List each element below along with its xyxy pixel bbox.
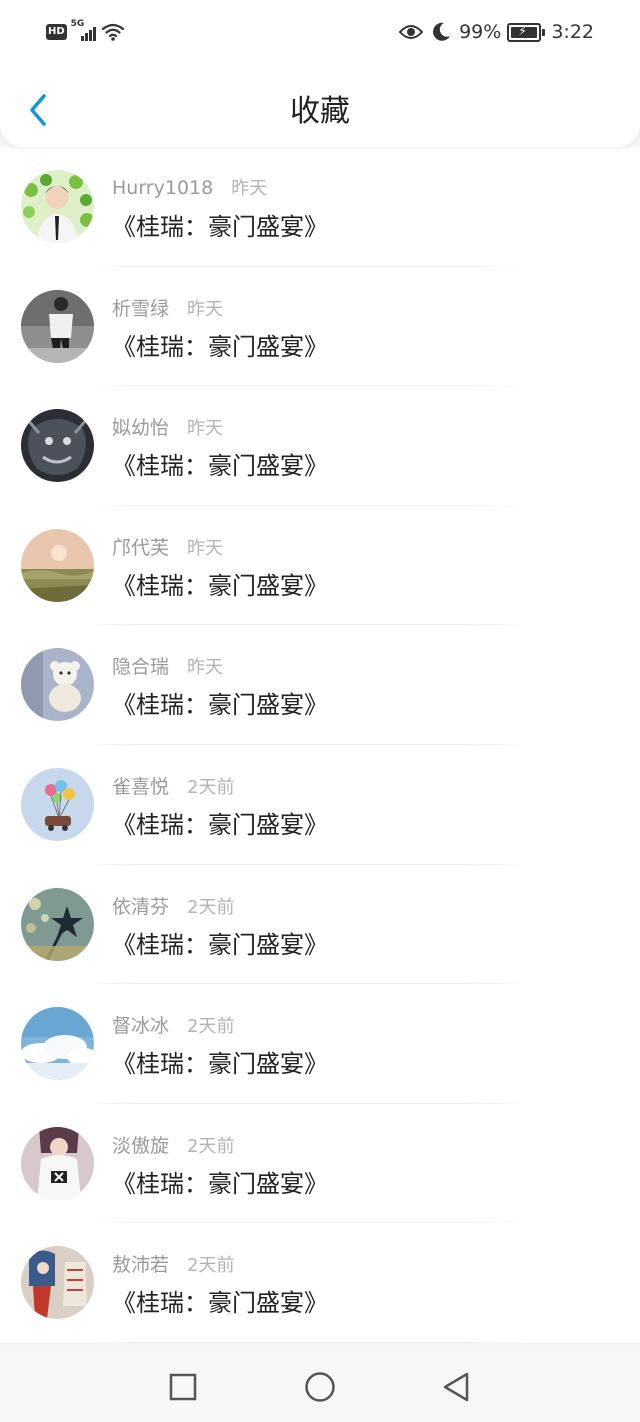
favorite-item[interactable]: 督冰冰 2天前 《桂瑞：豪门盛宴》: [0, 984, 640, 1104]
home-button[interactable]: [303, 1370, 337, 1404]
work-title[interactable]: 《桂瑞：豪门盛宴》: [112, 566, 328, 601]
hd-badge: HD: [46, 24, 67, 40]
avatar[interactable]: [21, 1126, 94, 1200]
page-title: 收藏: [290, 94, 350, 129]
favorite-item[interactable]: 依清芬 2天前 《桂瑞：豪门盛宴》: [0, 864, 640, 985]
wifi-icon: [101, 23, 124, 41]
timestamp: 昨天: [187, 298, 224, 320]
timestamp: 2天前: [187, 776, 235, 798]
eye-icon: [399, 25, 424, 39]
username: 淡傲旋: [112, 1134, 170, 1157]
divider: [90, 1341, 530, 1343]
avatar[interactable]: [21, 767, 94, 841]
cell-signal-icon: 5G: [70, 19, 99, 43]
system-nav-bar: [0, 1350, 640, 1422]
favorite-item[interactable]: 析雪绿 昨天 《桂瑞：豪门盛宴》: [0, 266, 640, 387]
timestamp: 昨天: [187, 657, 224, 679]
work-title[interactable]: 《桂瑞：豪门盛宴》: [112, 1044, 328, 1079]
item-meta: 督冰冰 2天前: [112, 1011, 234, 1037]
avatar[interactable]: [21, 289, 94, 363]
avatar[interactable]: [21, 648, 94, 722]
username: 隐合瑞: [112, 656, 170, 679]
timestamp: 2天前: [187, 1255, 235, 1277]
item-meta: 隐合瑞 昨天: [112, 652, 223, 678]
work-title[interactable]: 《桂瑞：豪门盛宴》: [112, 327, 328, 362]
system-back-button[interactable]: [439, 1370, 473, 1404]
item-meta: Hurry1018 昨天: [112, 174, 267, 200]
nav-bar: 收藏: [0, 76, 640, 146]
avatar[interactable]: [21, 409, 94, 483]
work-title[interactable]: 《桂瑞：豪门盛宴》: [112, 805, 328, 840]
timestamp: 2天前: [187, 1016, 235, 1038]
network-type-label: 5G: [70, 19, 85, 29]
work-title[interactable]: 《桂瑞：豪门盛宴》: [112, 1283, 328, 1318]
username: Hurry1018: [112, 177, 214, 199]
favorite-item[interactable]: 隐合瑞 昨天 《桂瑞：豪门盛宴》: [0, 625, 640, 745]
timestamp: 2天前: [187, 896, 235, 918]
timestamp: 2天前: [187, 1135, 235, 1157]
status-bar: HD 5G 99% ⚡ 3:22: [0, 0, 640, 64]
work-title[interactable]: 《桂瑞：豪门盛宴》: [112, 925, 328, 960]
avatar[interactable]: [21, 170, 94, 243]
username: 雀喜悦: [112, 775, 170, 798]
favorite-item[interactable]: Hurry1018 昨天 《桂瑞：豪门盛宴》: [0, 147, 640, 267]
item-meta: 姒幼怡 昨天: [112, 413, 223, 439]
username: 析雪绿: [112, 297, 170, 320]
status-right: 99% ⚡ 3:22: [399, 20, 594, 44]
timestamp: 昨天: [187, 418, 224, 440]
clock: 3:22: [551, 21, 594, 43]
work-title[interactable]: 《桂瑞：豪门盛宴》: [112, 685, 328, 720]
circle-icon: [305, 1372, 335, 1402]
avatar[interactable]: [21, 528, 94, 602]
favorite-item[interactable]: 邝代芙 昨天 《桂瑞：豪门盛宴》: [0, 505, 640, 626]
item-meta: 雀喜悦 2天前: [112, 772, 234, 798]
username: 督冰冰: [112, 1015, 170, 1038]
username: 邝代芙: [112, 536, 170, 559]
favorites-list: Hurry1018 昨天 《桂瑞：豪门盛宴》 析雪绿 昨天 《桂瑞：豪门盛宴》: [0, 147, 640, 1343]
item-meta: 依清芬 2天前: [112, 892, 234, 918]
work-title[interactable]: 《桂瑞：豪门盛宴》: [112, 207, 328, 242]
username: 依清芬: [112, 895, 170, 918]
triangle-back-icon: [443, 1372, 469, 1402]
username: 姒幼怡: [112, 417, 170, 440]
top-header: HD 5G 99% ⚡ 3:22 收藏: [0, 0, 640, 147]
favorite-item[interactable]: 雀喜悦 2天前 《桂瑞：豪门盛宴》: [0, 744, 640, 865]
favorite-item[interactable]: 淡傲旋 2天前 《桂瑞：豪门盛宴》: [0, 1103, 640, 1224]
item-meta: 敖沛若 2天前: [112, 1250, 234, 1276]
item-meta: 邝代芙 昨天: [112, 533, 223, 559]
timestamp: 昨天: [231, 178, 268, 199]
square-icon: [169, 1373, 197, 1401]
timestamp: 昨天: [187, 537, 224, 559]
favorite-item[interactable]: 敖沛若 2天前 《桂瑞：豪门盛宴》: [0, 1223, 640, 1343]
avatar[interactable]: [21, 1246, 94, 1320]
avatar[interactable]: [21, 887, 94, 961]
work-title[interactable]: 《桂瑞：豪门盛宴》: [112, 446, 328, 481]
item-meta: 析雪绿 昨天: [112, 294, 223, 320]
battery-percent: 99%: [459, 21, 502, 43]
recent-apps-button[interactable]: [166, 1370, 200, 1404]
battery-icon: ⚡: [507, 22, 546, 42]
username: 敖沛若: [112, 1254, 170, 1277]
work-title[interactable]: 《桂瑞：豪门盛宴》: [112, 1164, 328, 1199]
favorite-item[interactable]: 姒幼怡 昨天 《桂瑞：豪门盛宴》: [0, 386, 640, 506]
moon-icon: [433, 22, 451, 41]
avatar[interactable]: [21, 1007, 94, 1081]
status-left: HD 5G: [46, 19, 125, 44]
item-meta: 淡傲旋 2天前: [112, 1131, 234, 1157]
